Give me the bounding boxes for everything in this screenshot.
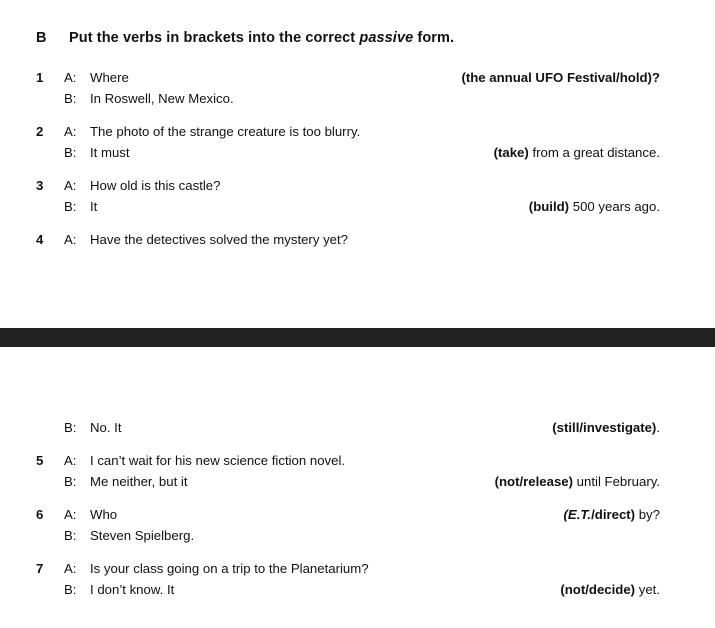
- dialogue-line: B: It must (take) from a great distance.: [36, 145, 660, 166]
- item-number: 1: [36, 70, 44, 85]
- dialogue-line: B: I don’t know. It (not/decide) yet.: [36, 582, 660, 603]
- verb-prompt-segment: by?: [635, 507, 660, 522]
- utterance-text: How old is this castle?: [90, 178, 221, 193]
- exercise-item: 6 A: Who (E.T./direct) by? B: Steven Spielber…: [36, 507, 660, 549]
- speaker-label: B:: [64, 199, 77, 214]
- utterance-text: I don’t know. It (not/decide) yet.: [90, 582, 660, 597]
- item-number: 3: [36, 178, 44, 193]
- exercise-item: 2 A: The photo of the strange creature is …: [36, 124, 660, 166]
- instruction-emphasis: passive: [359, 30, 414, 46]
- verb-prompt-segment: .: [656, 420, 660, 435]
- verb-prompt: (not/decide) yet.: [560, 582, 660, 597]
- instruction-part-2: form.: [413, 30, 455, 46]
- instruction-part-1: Put the verbs in brackets into the corre…: [69, 30, 360, 46]
- exercise-letter: B: [36, 30, 47, 46]
- speaker-label: B:: [64, 528, 77, 543]
- verb-prompt-segment: (not/release): [494, 474, 574, 489]
- speaker-label: B:: [64, 91, 77, 106]
- speaker-label: B:: [64, 582, 77, 597]
- speaker-label: A:: [64, 561, 77, 576]
- item-number: 5: [36, 453, 44, 468]
- dialogue-line: 5 A: I can’t wait for his new science fict…: [36, 453, 660, 474]
- verb-prompt-segment: (the annual UFO Festival/hold)?: [461, 70, 660, 85]
- dialogue-line: B: In Roswell, New Mexico.: [36, 91, 660, 112]
- worksheet-page: B Put the verbs in brackets into the cor…: [0, 0, 715, 628]
- verb-prompt-segment: 500 years ago.: [569, 199, 660, 214]
- dialogue-line: B: Steven Spielberg.: [36, 528, 660, 549]
- verb-prompt-segment: (not/decide): [560, 582, 636, 597]
- utterance-text: Where (the annual UFO Festival/hold)?: [90, 70, 660, 85]
- item-number: 6: [36, 507, 44, 522]
- utterance-text: Who (E.T./direct) by?: [90, 507, 660, 522]
- verb-prompt-segment: (E.T.: [563, 507, 592, 522]
- verb-prompt: (the annual UFO Festival/hold)?: [461, 70, 660, 85]
- utterance-text: Steven Spielberg.: [90, 528, 195, 543]
- exercise-item: 4 A: Have the detectives solved the myster…: [36, 232, 660, 253]
- speaker-label: A:: [64, 453, 77, 468]
- speaker-label: A:: [64, 124, 77, 139]
- dialogue-line: 7 A: Is your class going on a trip to the …: [36, 561, 660, 582]
- utterance-text: It (build) 500 years ago.: [90, 199, 660, 214]
- verb-prompt: (build) 500 years ago.: [529, 199, 660, 214]
- verb-prompt-segment: (take): [493, 145, 529, 160]
- item-number: 2: [36, 124, 44, 139]
- utterance-text: Have the detectives solved the mystery y…: [90, 232, 349, 247]
- utterance-text: Me neither, but it (not/release) until Fe…: [90, 474, 660, 489]
- item-number: 4: [36, 232, 44, 247]
- speaker-label: B:: [64, 420, 77, 435]
- verb-prompt-segment: /direct): [591, 507, 636, 522]
- speaker-label: A:: [64, 232, 77, 247]
- dialogue-line: 4 A: Have the detectives solved the myster…: [36, 232, 660, 253]
- exercise-item: 7 A: Is your class going on a trip to the …: [36, 561, 660, 603]
- speaker-label: A:: [64, 70, 77, 85]
- exercise-item: 5 A: I can’t wait for his new science fict…: [36, 453, 660, 495]
- verb-prompt-segment: from a great distance.: [528, 145, 660, 160]
- speaker-label: A:: [64, 507, 77, 522]
- verb-prompt: (take) from a great distance.: [494, 145, 660, 160]
- utterance-text: No. It (still/investigate).: [90, 420, 660, 435]
- dialogue-line: B: No. It (still/investigate).: [36, 420, 660, 441]
- verb-prompt: (still/investigate).: [552, 420, 660, 435]
- utterance-text: In Roswell, New Mexico.: [90, 91, 234, 106]
- verb-prompt-segment: yet.: [635, 582, 660, 597]
- utterance-text: Is your class going on a trip to the Pla…: [90, 561, 369, 576]
- dialogue-line: 2 A: The photo of the strange creature is …: [36, 124, 660, 145]
- speaker-label: B:: [64, 474, 77, 489]
- dialogue-line: 6 A: Who (E.T./direct) by?: [36, 507, 660, 528]
- verb-prompt-segment: (still/investigate): [552, 420, 657, 435]
- item-number: 7: [36, 561, 44, 576]
- dialogue-line: 3 A: How old is this castle?: [36, 178, 660, 199]
- verb-prompt: (not/release) until February.: [495, 474, 660, 489]
- dialogue-line: B: Me neither, but it (not/release) until …: [36, 474, 660, 495]
- utterance-text: The photo of the strange creature is too…: [90, 124, 361, 139]
- speaker-label: B:: [64, 145, 77, 160]
- exercise-item: 3 A: How old is this castle? B: It (build) 50…: [36, 178, 660, 220]
- dialogue-line: B: It (build) 500 years ago.: [36, 199, 660, 220]
- utterance-text: It must (take) from a great distance.: [90, 145, 660, 160]
- exercise-heading: B Put the verbs in brackets into the cor…: [36, 30, 454, 46]
- utterance-text: I can’t wait for his new science fiction…: [90, 453, 346, 468]
- verb-prompt: (E.T./direct) by?: [564, 507, 661, 522]
- exercise-item: 1 A: Where (the annual UFO Festival/hold)? B…: [36, 70, 660, 112]
- dialogue-line: 1 A: Where (the annual UFO Festival/hold)?: [36, 70, 660, 91]
- verb-prompt-segment: until February.: [573, 474, 660, 489]
- section-divider-bar: [0, 328, 715, 347]
- exercise-instruction: Put the verbs in brackets into the corre…: [69, 30, 454, 46]
- exercise-item: B: No. It (still/investigate).: [36, 420, 660, 441]
- speaker-label: A:: [64, 178, 77, 193]
- verb-prompt-segment: (build): [528, 199, 570, 214]
